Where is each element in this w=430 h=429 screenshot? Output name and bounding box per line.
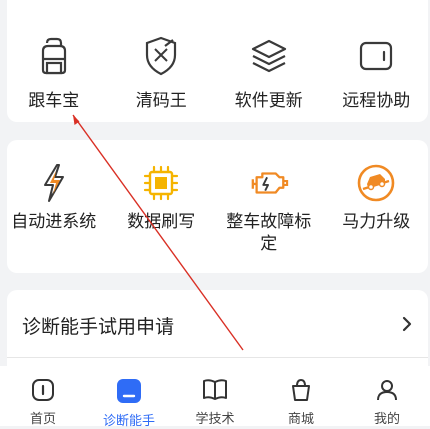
- divider: [7, 357, 428, 358]
- tool-label: 整车故障标定: [219, 211, 319, 255]
- tab-label: 诊断能手: [103, 410, 155, 429]
- tab-learn[interactable]: 学技术: [172, 366, 258, 426]
- chevron-right-icon: [400, 313, 414, 335]
- lightning-icon: [34, 163, 74, 203]
- trial-apply-row[interactable]: 诊断能手试用申请: [7, 305, 428, 345]
- shield-broom-icon: [141, 36, 181, 76]
- bottom-tab-bar: 首页 诊断能手 学技术 商城: [0, 366, 430, 426]
- trial-apply-label: 诊断能手试用申请: [22, 312, 174, 339]
- tab-profile[interactable]: 我的: [344, 366, 430, 426]
- layers-icon: [249, 36, 289, 76]
- tool-data-flash[interactable]: 数据刷写: [108, 163, 216, 255]
- tool-auto-enter-system[interactable]: 自动进系统: [0, 163, 108, 255]
- tab-diagnosis[interactable]: 诊断能手: [86, 366, 172, 426]
- tools-grid-bottom: 自动进系统 数据刷写 整车故障标定: [0, 163, 430, 255]
- tool-label: 跟车宝: [28, 90, 79, 112]
- tool-label: 远程协助: [342, 90, 410, 112]
- tablet-icon: [356, 36, 396, 76]
- profile-icon: [374, 378, 400, 402]
- tab-label: 首页: [30, 408, 56, 427]
- tool-genchebao[interactable]: 跟车宝: [0, 36, 108, 112]
- tools-grid-top: 跟车宝 清码王 软件更新 远程协助: [0, 36, 430, 112]
- tab-home[interactable]: 首页: [0, 366, 86, 426]
- backpack-icon: [34, 36, 74, 76]
- tool-vehicle-fault-calibration[interactable]: 整车故障标定: [215, 163, 323, 255]
- tool-label: 马力升级: [342, 211, 410, 233]
- tab-label: 学技术: [195, 408, 234, 427]
- tool-label: 数据刷写: [127, 211, 195, 233]
- tool-qingmawang[interactable]: 清码王: [108, 36, 216, 112]
- tab-label: 我的: [374, 408, 400, 427]
- car-slope-icon: [356, 163, 396, 203]
- tab-label: 商城: [288, 408, 314, 427]
- engine-icon: [249, 163, 289, 203]
- home-icon: [30, 378, 56, 402]
- tool-label: 软件更新: [235, 90, 303, 112]
- book-icon: [202, 378, 228, 402]
- tool-remote-assist[interactable]: 远程协助: [323, 36, 430, 112]
- mall-icon: [288, 378, 314, 402]
- diagnosis-icon: [116, 378, 142, 404]
- tool-label: 清码王: [136, 90, 187, 112]
- tool-label: 自动进系统: [11, 211, 96, 233]
- tab-mall[interactable]: 商城: [258, 366, 344, 426]
- chip-icon: [141, 163, 181, 203]
- tool-software-update[interactable]: 软件更新: [215, 36, 323, 112]
- tool-horsepower-upgrade[interactable]: 马力升级: [323, 163, 430, 255]
